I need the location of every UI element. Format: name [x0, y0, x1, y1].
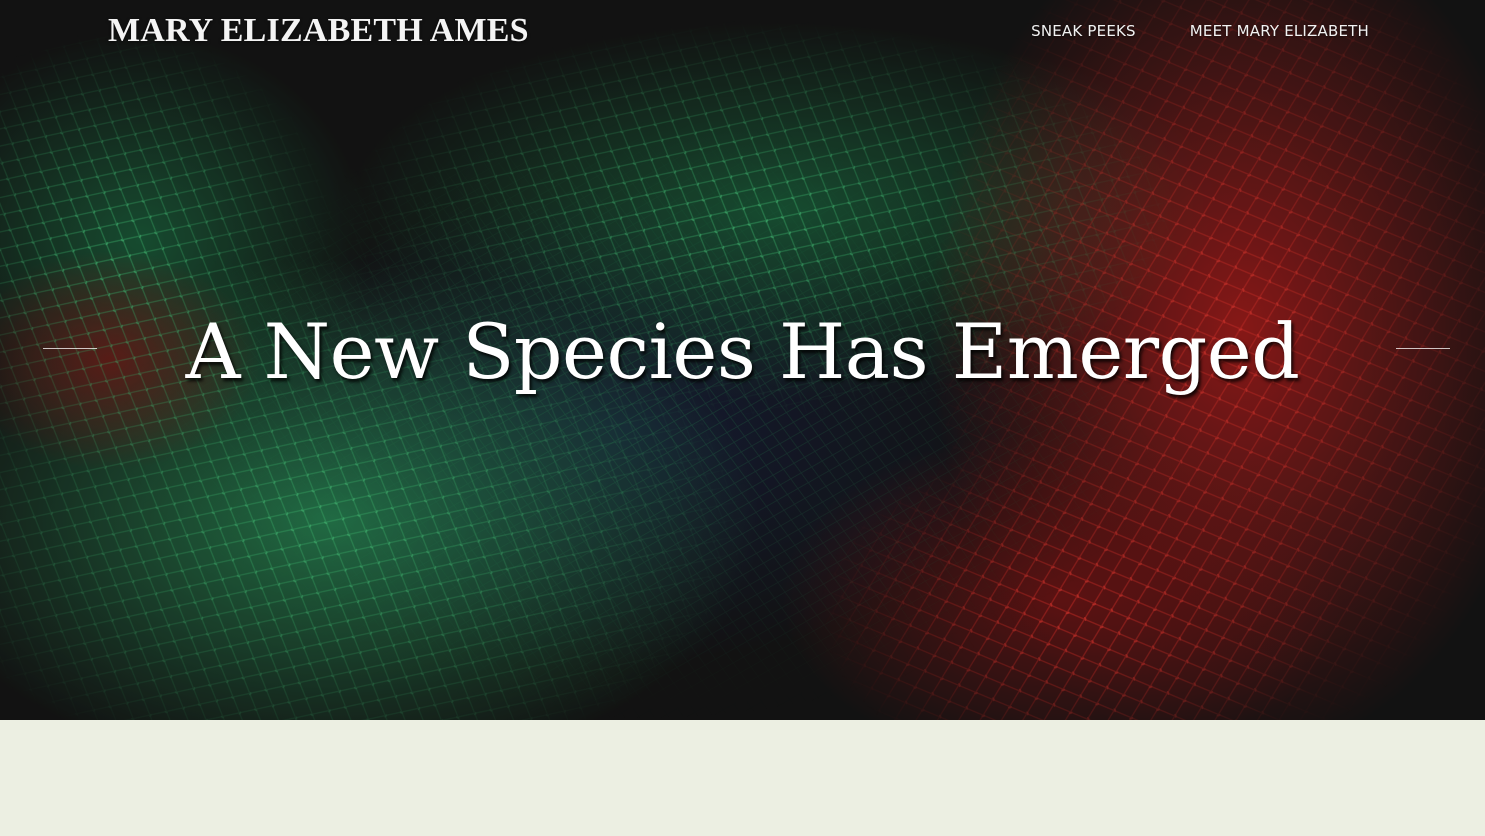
nav-link-sneak-peeks[interactable]: SNEAK PEEKS [1031, 22, 1136, 40]
heading-divider-right [1396, 348, 1450, 349]
hero-heading-block: A New Species Has Emerged [0, 300, 1485, 404]
site-header: MARY ELIZABETH AMES SNEAK PEEKS MEET MAR… [0, 0, 1485, 64]
main-navigation: SNEAK PEEKS MEET MARY ELIZABETH [1031, 22, 1369, 40]
content-section [0, 720, 1485, 836]
site-title[interactable]: MARY ELIZABETH AMES [108, 12, 529, 50]
nav-link-meet-mary-elizabeth[interactable]: MEET MARY ELIZABETH [1190, 22, 1369, 40]
hero-banner: MARY ELIZABETH AMES SNEAK PEEKS MEET MAR… [0, 0, 1485, 720]
hero-heading: A New Species Has Emerged [185, 307, 1300, 396]
page: MARY ELIZABETH AMES SNEAK PEEKS MEET MAR… [0, 0, 1485, 836]
